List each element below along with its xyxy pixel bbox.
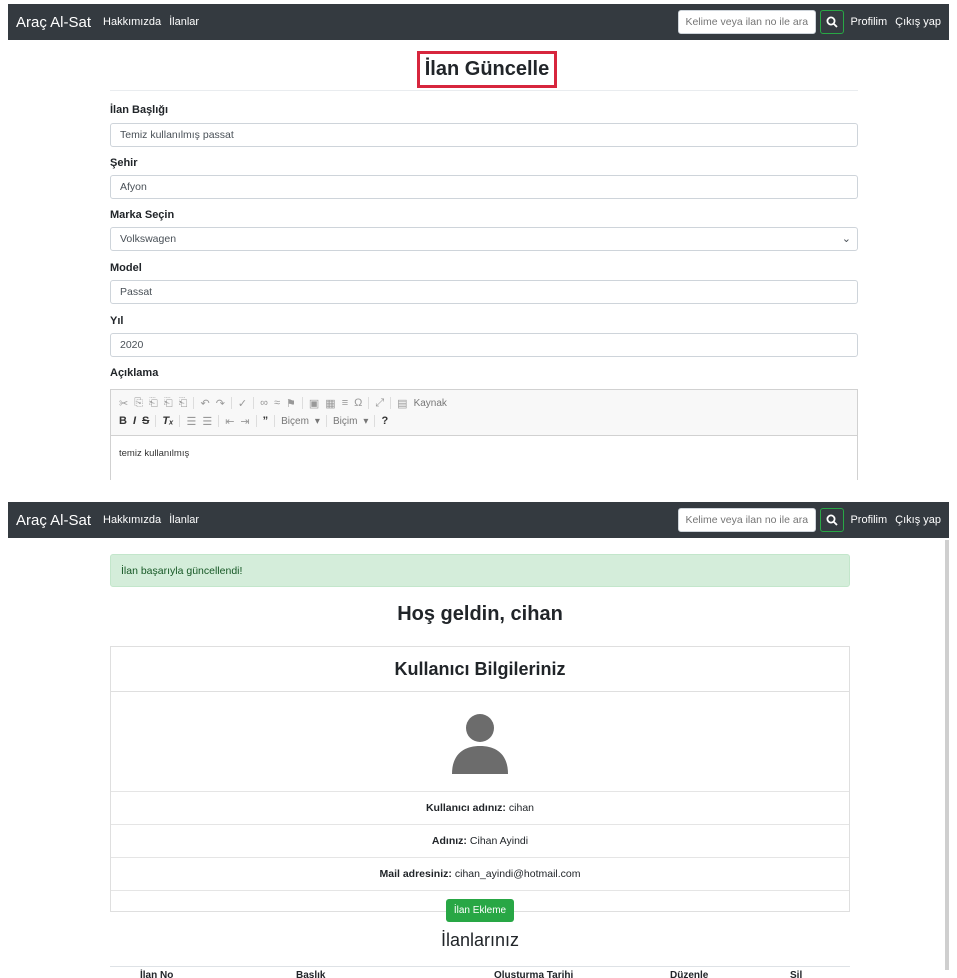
- scrollbar[interactable]: [945, 540, 949, 970]
- divider: [110, 90, 858, 91]
- image-icon[interactable]: ▣: [309, 397, 319, 410]
- brand-select-value: Volkswagen: [120, 233, 177, 245]
- title-label: İlan Başlığı: [110, 104, 169, 116]
- navbar: Araç Al-Sat Hakkımızda İlanlar Profilim …: [8, 4, 949, 40]
- chevron-down-icon: ⌄: [841, 233, 851, 245]
- listings-table-header: İlan No Başlık Oluşturma Tarihi Düzenle …: [110, 966, 850, 978]
- model-field[interactable]: Passat: [110, 280, 858, 304]
- format-dropdown[interactable]: Biçim: [333, 416, 357, 427]
- paste-text-icon[interactable]: ⎗: [164, 397, 173, 410]
- brand-select[interactable]: Volkswagen ⌄: [110, 227, 858, 251]
- search-button[interactable]: [820, 10, 845, 34]
- title-field[interactable]: Temiz kullanılmış passat: [110, 123, 858, 147]
- city-field[interactable]: Afyon: [110, 175, 858, 199]
- nav-link-profile[interactable]: Profilim: [850, 514, 887, 526]
- outdent-icon[interactable]: ⇤: [225, 415, 234, 428]
- name-label: Adınız:: [431, 835, 467, 847]
- username-label: Kullanıcı adınız:: [425, 802, 506, 814]
- bulleted-list-icon[interactable]: ☰: [202, 415, 212, 428]
- nav-link-logout[interactable]: Çıkış yap: [895, 16, 941, 28]
- year-field[interactable]: 2020: [110, 333, 858, 357]
- user-info-card: Kullanıcı Bilgileriniz Kullanıcı adınız:…: [110, 646, 850, 922]
- editor-content[interactable]: temiz kullanılmış: [111, 436, 857, 471]
- blockquote-icon[interactable]: ”: [263, 415, 269, 427]
- year-label: Yıl: [110, 315, 124, 327]
- numbered-list-icon[interactable]: ☰: [186, 415, 196, 428]
- search-input[interactable]: [678, 508, 817, 532]
- nav-link-about[interactable]: Hakkımızda: [103, 514, 161, 526]
- paste-icon[interactable]: ⎗: [149, 397, 158, 410]
- help-icon[interactable]: ?: [381, 415, 388, 427]
- add-listing-button[interactable]: İlan Ekleme: [445, 898, 515, 922]
- column-header-edit: Düzenle: [670, 970, 709, 978]
- column-header-id: İlan No: [140, 970, 174, 978]
- search-input[interactable]: [678, 10, 817, 34]
- nav-link-logout[interactable]: Çıkış yap: [895, 514, 941, 526]
- search-icon: [826, 514, 839, 526]
- source-button-label[interactable]: Kaynak: [414, 398, 447, 409]
- indent-icon[interactable]: ⇥: [240, 415, 249, 428]
- name-value: Cihan Ayindi: [469, 835, 529, 847]
- search-icon: [826, 16, 839, 28]
- column-header-date: Oluşturma Tarihi: [494, 970, 574, 978]
- user-avatar-icon: [452, 713, 508, 774]
- page-title: İlan Güncelle: [417, 51, 557, 88]
- email-row: Mail adresiniz: cihan_ayindi@hotmail.com: [111, 857, 849, 890]
- add-listing-row: İlan Ekleme: [111, 890, 849, 929]
- nav-link-listings[interactable]: İlanlar: [169, 16, 199, 28]
- search-button[interactable]: [820, 508, 845, 532]
- strike-icon[interactable]: S: [142, 415, 149, 427]
- editor-toolbar: ✂ ⎘ ⎗ ⎗ ⎗ ↶ ↷ ✓ ∞ ≈ ⚑ ▣ ▦ ≡ Ω ⤢ ▤ Kaynak…: [111, 390, 857, 436]
- nav-link-listings[interactable]: İlanlar: [169, 514, 199, 526]
- format-dropdown-arrow[interactable]: ▾: [363, 416, 368, 427]
- welcome-heading: Hoş geldin, cihan: [397, 603, 563, 625]
- style-dropdown[interactable]: Biçem: [281, 416, 309, 427]
- bold-icon[interactable]: B: [119, 415, 127, 427]
- unlink-icon[interactable]: ≈: [274, 397, 280, 409]
- paste-word-icon[interactable]: ⎗: [179, 397, 188, 410]
- listings-heading: İlanlarınız: [440, 930, 520, 950]
- table-icon[interactable]: ▦: [325, 397, 335, 410]
- brand-link[interactable]: Araç Al-Sat: [16, 14, 91, 31]
- name-row: Adınız: Cihan Ayindi: [111, 824, 849, 857]
- style-dropdown-arrow[interactable]: ▾: [315, 416, 320, 427]
- nav-link-profile[interactable]: Profilim: [850, 16, 887, 28]
- username-value: cihan: [508, 802, 535, 814]
- rich-text-editor[interactable]: ✂ ⎘ ⎗ ⎗ ⎗ ↶ ↷ ✓ ∞ ≈ ⚑ ▣ ▦ ≡ Ω ⤢ ▤ Kaynak…: [110, 389, 858, 480]
- model-label: Model: [110, 262, 142, 274]
- horizontal-line-icon[interactable]: ≡: [342, 397, 348, 409]
- column-header-delete: Sil: [790, 970, 803, 978]
- cut-icon[interactable]: ✂: [119, 397, 128, 410]
- brand-link[interactable]: Araç Al-Sat: [16, 512, 91, 529]
- italic-icon[interactable]: I: [133, 415, 136, 427]
- remove-format-icon[interactable]: Tₓ: [162, 415, 173, 427]
- username-row: Kullanıcı adınız: cihan: [111, 791, 849, 824]
- email-value: cihan_ayindi@hotmail.com: [454, 868, 581, 880]
- brand-label: Marka Seçin: [110, 209, 175, 221]
- profile-view: Araç Al-Sat Hakkımızda İlanlar Profilim …: [8, 502, 949, 978]
- anchor-flag-icon[interactable]: ⚑: [286, 397, 296, 410]
- special-char-icon[interactable]: Ω: [354, 397, 362, 409]
- link-icon[interactable]: ∞: [260, 397, 268, 409]
- nav-link-about[interactable]: Hakkımızda: [103, 16, 161, 28]
- city-label: Şehir: [110, 157, 138, 169]
- redo-icon[interactable]: ↷: [216, 397, 225, 410]
- spellcheck-icon[interactable]: ✓: [238, 397, 247, 410]
- source-icon[interactable]: ▤: [397, 397, 407, 410]
- user-info-title: Kullanıcı Bilgileriniz: [111, 647, 849, 692]
- description-label: Açıklama: [110, 367, 159, 379]
- avatar: [111, 692, 849, 791]
- success-alert: İlan başarıyla güncellendi!: [110, 554, 850, 587]
- edit-listing-view: Araç Al-Sat Hakkımızda İlanlar Profilim …: [8, 4, 949, 480]
- email-label: Mail adresiniz:: [379, 868, 452, 880]
- undo-icon[interactable]: ↶: [200, 397, 209, 410]
- column-header-title: Başlık: [296, 970, 326, 978]
- maximize-icon[interactable]: ⤢: [375, 397, 384, 410]
- navbar: Araç Al-Sat Hakkımızda İlanlar Profilim …: [8, 502, 949, 538]
- copy-icon[interactable]: ⎘: [134, 397, 143, 410]
